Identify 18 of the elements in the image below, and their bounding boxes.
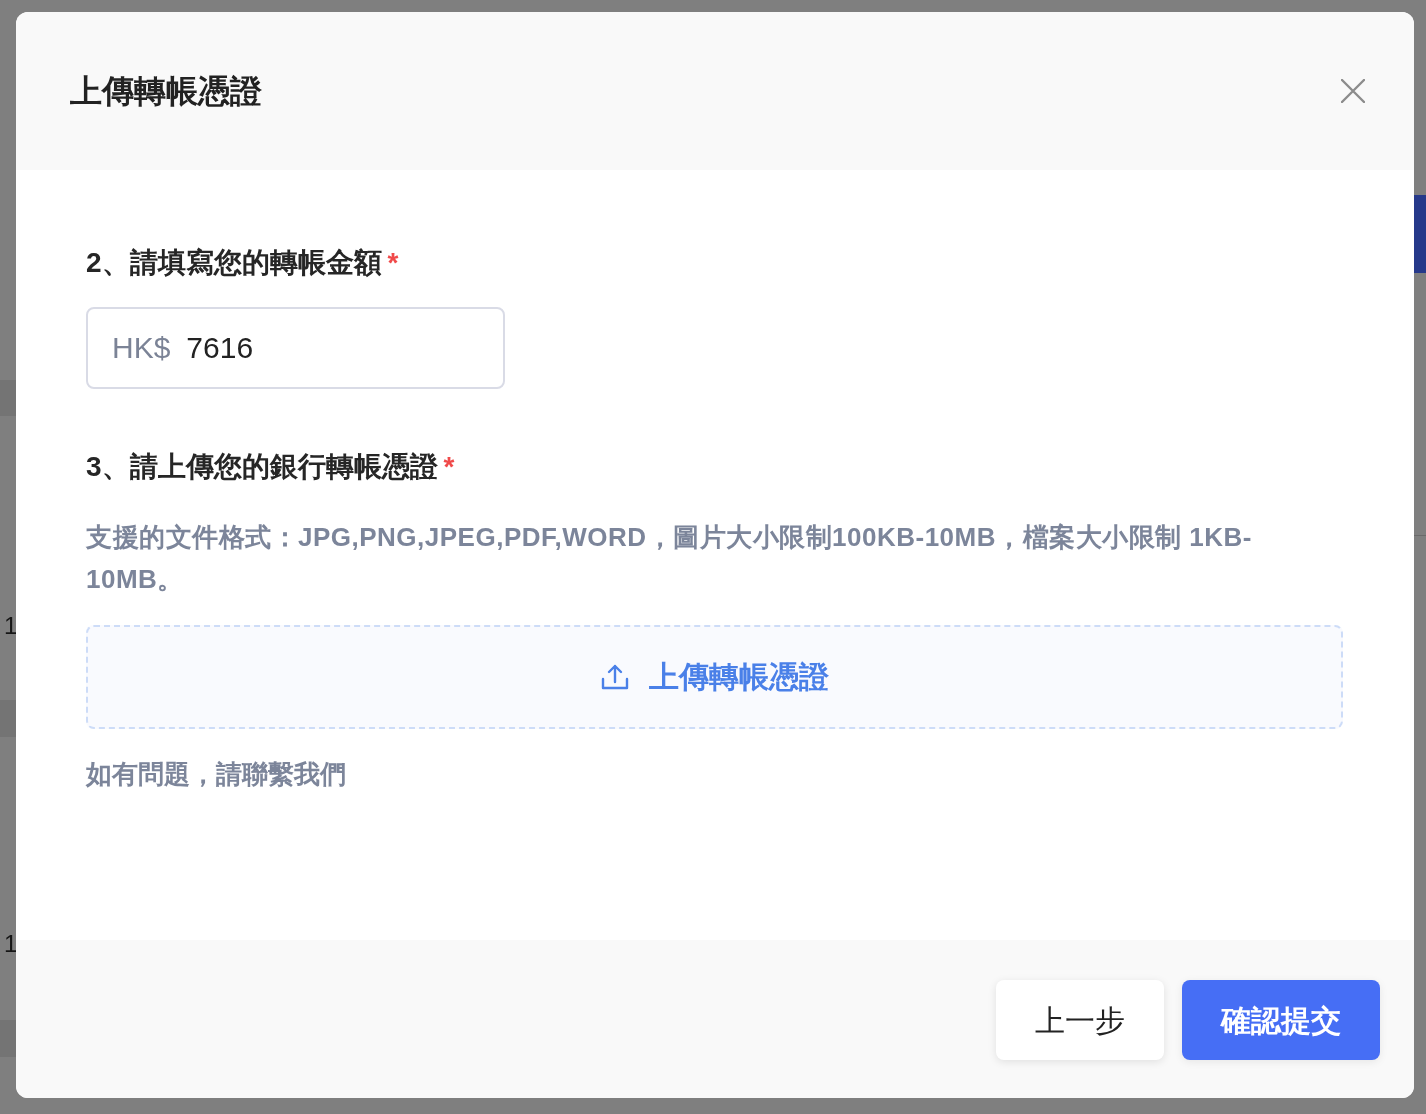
dialog-title: 上傳轉帳憑證 <box>70 72 262 111</box>
submit-button[interactable]: 確認提交 <box>1182 980 1380 1060</box>
back-button[interactable]: 上一步 <box>996 980 1164 1060</box>
field-label: 2、請填寫您的轉帳金額 <box>86 248 382 278</box>
required-mark: * <box>387 248 399 278</box>
required-mark: * <box>443 452 455 482</box>
help-text: 如有問題，請聯繫我們 <box>86 758 347 790</box>
file-format-hint: 支援的文件格式：JPG,PNG,JPEG,PDF,WORD，圖片大小限制100KB-10MB，檔案大小限制 1KB-10MB。 <box>86 521 1253 596</box>
backdrop-text: 1 <box>4 929 18 959</box>
upload-dropzone[interactable]: 上傳轉帳憑證 <box>86 625 1343 729</box>
upload-icon <box>600 664 629 690</box>
amount-value: 7616 <box>186 330 254 366</box>
amount-field[interactable]: HK$ 7616 <box>86 307 505 389</box>
backdrop-text: 1 <box>4 611 18 641</box>
field-label: 3、請上傳您的銀行轉帳憑證 <box>86 452 438 482</box>
close-button[interactable] <box>1341 79 1365 103</box>
currency-prefix: HK$ <box>112 330 171 366</box>
close-icon <box>1341 79 1365 103</box>
